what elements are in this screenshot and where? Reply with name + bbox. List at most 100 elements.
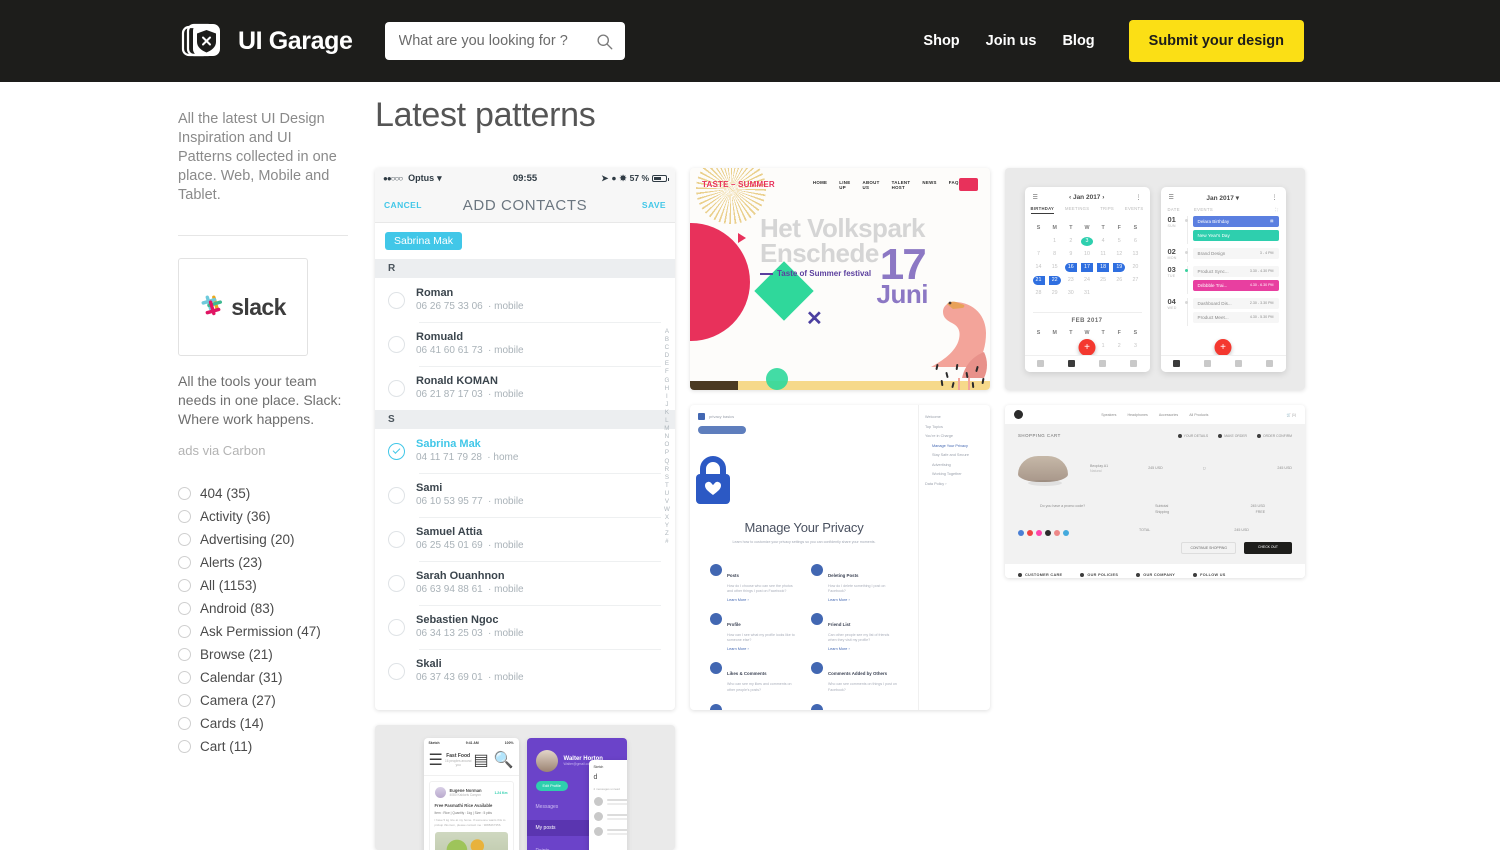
day-cell[interactable]: 20 [1129,263,1141,272]
agenda-event[interactable]: Brand Design 3 - 4 PM [1192,247,1279,259]
day-cell[interactable]: 14 [1033,263,1045,272]
select-circle-icon[interactable] [388,618,405,636]
menu-icon[interactable]: ☰ [1033,194,1038,201]
select-circle-icon[interactable] [388,335,405,353]
menu-home[interactable]: HOME [813,180,827,190]
day-cell[interactable]: 23 [1065,276,1077,285]
menu-about[interactable]: ABOUT US [862,180,879,190]
filter-item-advertising[interactable]: Advertising (20) [178,528,348,551]
day-cell[interactable]: 31 [1081,289,1093,298]
day-cell-range[interactable]: 18 [1097,262,1110,272]
day-cell[interactable]: 10 [1081,250,1093,259]
promo-code-link[interactable]: Do you have a promo code? [1040,504,1085,515]
back-to-basics-button[interactable] [698,426,746,434]
contact-row[interactable]: Ronald KOMAN 06 21 87 17 03 · mobile [375,366,675,410]
privacy-topic[interactable]: Posts How do I choose who can see the pho… [710,563,797,602]
agenda-event[interactable]: New Year's Day [1192,229,1279,241]
pattern-card-food-app[interactable]: Sketch 9:41 AM 100% ☰ Fast Food 16 peopl… [375,725,675,850]
privacy-topic[interactable]: Likes & Comments Who can see my likes and… [710,662,797,692]
check-circle-icon[interactable] [388,442,405,460]
shop-menu-accessories[interactable]: Accessories [1159,413,1178,417]
more-icon[interactable]: ⋮ [1135,194,1141,201]
step-make-order[interactable]: MAKE ORDER [1218,433,1247,438]
select-circle-icon[interactable] [388,486,405,504]
day-cell[interactable]: 11 [1097,250,1109,259]
privacy-topic[interactable]: Profile How can I see what my profile loo… [710,612,797,651]
select-circle-icon[interactable] [388,291,405,309]
day-cell[interactable]: 29 [1049,289,1061,298]
learn-more-link[interactable]: Learn More › [828,598,898,602]
list-tab-icon[interactable] [1036,360,1044,367]
search-icon[interactable]: 🔍 [494,750,514,770]
nav-link-join-us[interactable]: Join us [986,33,1037,49]
continue-shopping-button[interactable]: CONTINUE SHOPPING [1181,542,1237,554]
side-link-advertising[interactable]: Advertising [925,461,984,471]
day-cell-range[interactable]: 21 [1032,275,1045,285]
radio-icon[interactable] [178,533,191,546]
shop-menu-speakers[interactable]: Speakers [1101,413,1116,417]
radio-icon[interactable] [178,717,191,730]
day-cell-range[interactable]: 16 [1064,262,1077,272]
day-cell[interactable]: 7 [1033,250,1045,259]
agenda-event[interactable]: Product Sync... 3.30 - 4.30 PM [1192,265,1279,277]
day-cell[interactable]: 6 [1129,237,1141,246]
contact-row[interactable]: Romuald 06 41 60 61 73 · mobile [375,322,675,366]
filter-item-activity[interactable]: Activity (36) [178,505,348,528]
filter-item-android[interactable]: Android (83) [178,597,348,620]
tab-trips[interactable]: TRIPS [1100,206,1114,214]
menu-icon[interactable]: ☰ [1169,194,1174,201]
ads-via-carbon-link[interactable]: ads via Carbon [178,443,348,458]
grid-tab-icon[interactable] [1099,360,1107,367]
grid-tab-icon[interactable] [1235,360,1243,367]
side-link-top-topics[interactable]: Top Topics [925,423,984,433]
chat-row[interactable] [593,812,627,821]
radio-icon[interactable] [178,625,191,638]
privacy-topic[interactable]: Deleting Posts How do I delete something … [811,563,898,602]
nav-link-blog[interactable]: Blog [1062,33,1094,49]
day-cell[interactable]: 12 [1113,250,1125,259]
chat-row[interactable] [593,827,627,836]
side-link-working-together[interactable]: Working Together [925,470,984,480]
radio-icon[interactable] [178,671,191,684]
filter-icon[interactable]: ☰ [429,750,443,770]
day-cell[interactable]: 24 [1081,276,1093,285]
filter-item-all[interactable]: All (1153) [178,574,348,597]
quantity-stepper[interactable]: ◻ [1203,466,1206,472]
filter-item-calendar[interactable]: Calendar (31) [178,666,348,689]
radio-icon[interactable] [178,510,191,523]
day-cell[interactable]: 9 [1065,250,1077,259]
agenda-event[interactable]: Dribbble Trai... 4.30 - 6.30 PM [1192,279,1279,291]
menu-lineup[interactable]: LINE UP [839,180,850,190]
day-cell[interactable]: 8 [1049,250,1061,259]
day-cell[interactable]: 1 [1049,237,1061,246]
pattern-card-festival[interactable]: TASTE – SUMMER HOME LINE UP ABOUT US TAL… [690,168,990,390]
step-your-details[interactable]: YOUR DETAILS [1177,433,1208,438]
contact-row-selected[interactable]: Sabrina Mak 04 11 71 79 28 · home [375,429,675,473]
filter-item-cards[interactable]: Cards (14) [178,712,348,735]
tab-meetings[interactable]: MEETINGS [1065,206,1089,214]
filter-item-ask-permission[interactable]: Ask Permission (47) [178,620,348,643]
sponsor-ad-text[interactable]: All the tools your team needs in one pla… [178,372,346,429]
agenda-event[interactable]: Dashboard Dis... 2.30 - 3.30 PM [1192,297,1279,309]
contact-row[interactable]: Sebastien Ngoc 06 34 13 25 03 · mobile [375,605,675,649]
search-input[interactable] [398,33,596,49]
radio-icon[interactable] [178,740,191,753]
day-cell[interactable]: 5 [1113,237,1125,246]
day-cell[interactable]: 28 [1033,289,1045,298]
day-cell-range[interactable]: 17 [1080,262,1093,272]
search-box[interactable] [384,22,625,60]
day-cell[interactable]: 4 [1097,237,1109,246]
filter-item-404[interactable]: 404 (35) [178,482,348,505]
heart-tab-icon[interactable] [1266,360,1274,367]
radio-icon[interactable] [178,556,191,569]
step-order-confirm[interactable]: ORDER CONFIRM [1256,433,1292,438]
privacy-topic[interactable]: UntaggingWhat can I do if I don't want t… [811,703,898,710]
sponsor-ad-image[interactable]: slack [178,258,308,356]
contact-row[interactable]: Sarah Ouanhnon 06 63 94 88 61 · mobile [375,561,675,605]
radio-icon[interactable] [178,602,191,615]
day-cell[interactable] [1033,237,1045,246]
add-event-fab[interactable]: + [1214,338,1232,356]
submit-your-design-button[interactable]: Submit your design [1128,20,1304,62]
map-icon[interactable]: ▤ [473,750,488,770]
day-cell-range[interactable]: 19 [1113,262,1126,272]
